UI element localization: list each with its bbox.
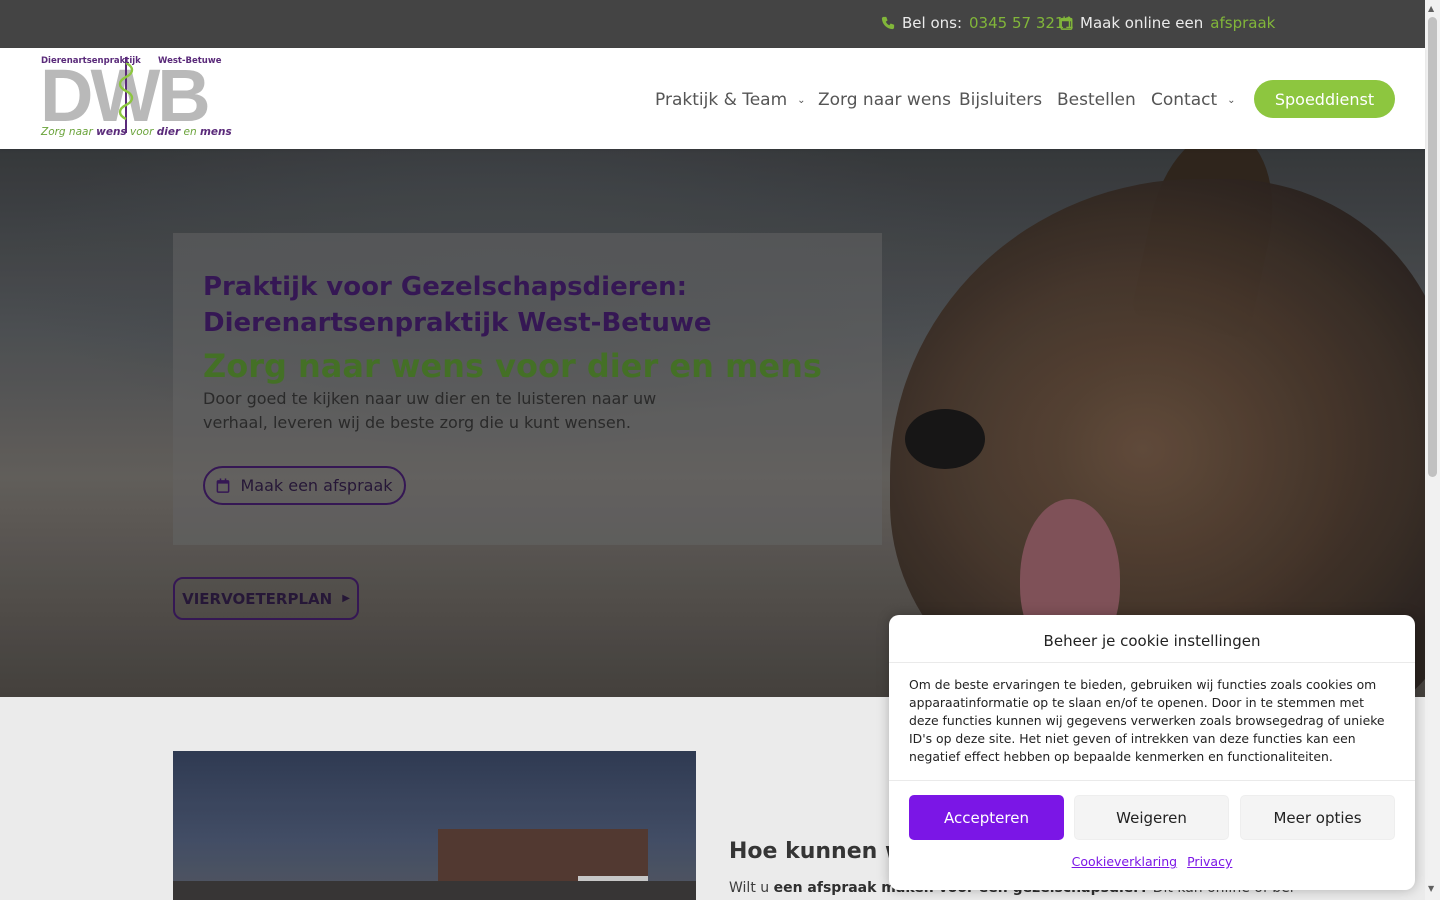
- cookie-links: Cookieverklaring Privacy: [889, 854, 1415, 869]
- nav-item-zorg-naar-wens[interactable]: Zorg naar wens: [818, 90, 951, 110]
- viervoeterplan-button[interactable]: VIERVOETERPLAN ▶: [173, 577, 359, 620]
- privacy-link[interactable]: Privacy: [1187, 854, 1232, 869]
- nav-item-label: Bijsluiters: [959, 90, 1043, 110]
- cookie-statement-link[interactable]: Cookieverklaring: [1072, 854, 1178, 869]
- hero-image-dog-nose: [905, 409, 985, 469]
- logo-tagline: Zorg naar wens voor dier en mens: [41, 126, 232, 138]
- photo-lower-building: [173, 881, 696, 900]
- hero-subtitle: Zorg naar wens voor dier en mens: [203, 347, 822, 385]
- nav-item-praktijk-team[interactable]: Praktijk & Team ⌄: [655, 90, 806, 110]
- caret-right-icon: ▶: [342, 593, 350, 604]
- hero-title: Praktijk voor Gezelschapsdieren: Dierena…: [203, 272, 712, 338]
- site-logo[interactable]: DWB Dierenartsenpraktijk West-Betuwe Zor…: [40, 55, 232, 141]
- top-bar: Bel ons: 0345 57 3211 Maak online een af…: [0, 0, 1425, 48]
- logo-top-right-text: West-Betuwe: [158, 56, 222, 66]
- phone-icon: [881, 16, 895, 30]
- chevron-down-icon: ⌄: [1227, 94, 1236, 106]
- hero-card: Praktijk voor Gezelschapsdieren: Dierena…: [173, 233, 882, 545]
- divider: [889, 780, 1415, 781]
- deny-cookies-button[interactable]: Weigeren: [1074, 795, 1229, 840]
- make-appointment-button[interactable]: Maak een afspraak: [203, 466, 406, 505]
- phone-number-link[interactable]: 0345 57 3211: [969, 14, 1074, 32]
- page-scrollbar[interactable]: ▲ ▼: [1425, 0, 1440, 900]
- nav-item-bestellen[interactable]: Bestellen: [1057, 90, 1136, 110]
- scrollbar-thumb[interactable]: [1428, 17, 1437, 477]
- logo-top-left-text: Dierenartsenpraktijk: [41, 56, 141, 66]
- nav-item-bijsluiters[interactable]: Bijsluiters: [959, 90, 1042, 110]
- nav-item-label: Praktijk & Team: [655, 90, 788, 110]
- scroll-down-arrow-icon[interactable]: ▼: [1428, 884, 1434, 893]
- scroll-up-arrow-icon[interactable]: ▲: [1428, 4, 1434, 13]
- site-header: DWB Dierenartsenpraktijk West-Betuwe Zor…: [0, 48, 1425, 149]
- cookie-consent-dialog: Beheer je cookie instellingen Om de best…: [889, 615, 1415, 890]
- accept-cookies-button[interactable]: Accepteren: [909, 795, 1064, 840]
- cookie-dialog-text: Om de beste ervaringen te bieden, gebrui…: [909, 677, 1385, 764]
- phone-prefix: Bel ons:: [902, 14, 963, 32]
- more-options-button[interactable]: Meer opties: [1240, 795, 1395, 840]
- calendar-icon: [1060, 16, 1073, 30]
- phone-contact: Bel ons: 0345 57 3211: [881, 14, 1074, 32]
- appointment-contact: Maak online een afspraak: [1060, 14, 1275, 32]
- practice-building-photo: [173, 751, 696, 900]
- nav-item-contact[interactable]: Contact ⌄: [1151, 90, 1236, 110]
- nav-item-label: Bestellen: [1057, 90, 1136, 110]
- calendar-icon: [217, 478, 230, 493]
- appointment-link[interactable]: afspraak: [1210, 14, 1275, 32]
- section-title: Hoe kunnen w: [729, 839, 906, 864]
- viervoeterplan-label: VIERVOETERPLAN: [182, 589, 333, 608]
- spoeddienst-button[interactable]: Spoeddienst: [1254, 80, 1395, 118]
- divider: [889, 662, 1415, 663]
- nav-item-label: Contact: [1151, 90, 1218, 110]
- hero-text: Door goed te kijken naar uw dier en te l…: [203, 389, 657, 432]
- cookie-dialog-title: Beheer je cookie instellingen: [1043, 632, 1261, 650]
- staff-of-asclepius-icon: [118, 57, 134, 133]
- nav-item-label: Zorg naar wens: [818, 90, 951, 110]
- chevron-down-icon: ⌄: [797, 94, 806, 106]
- make-appointment-label: Maak een afspraak: [240, 476, 393, 495]
- appointment-prefix: Maak online een: [1080, 14, 1204, 32]
